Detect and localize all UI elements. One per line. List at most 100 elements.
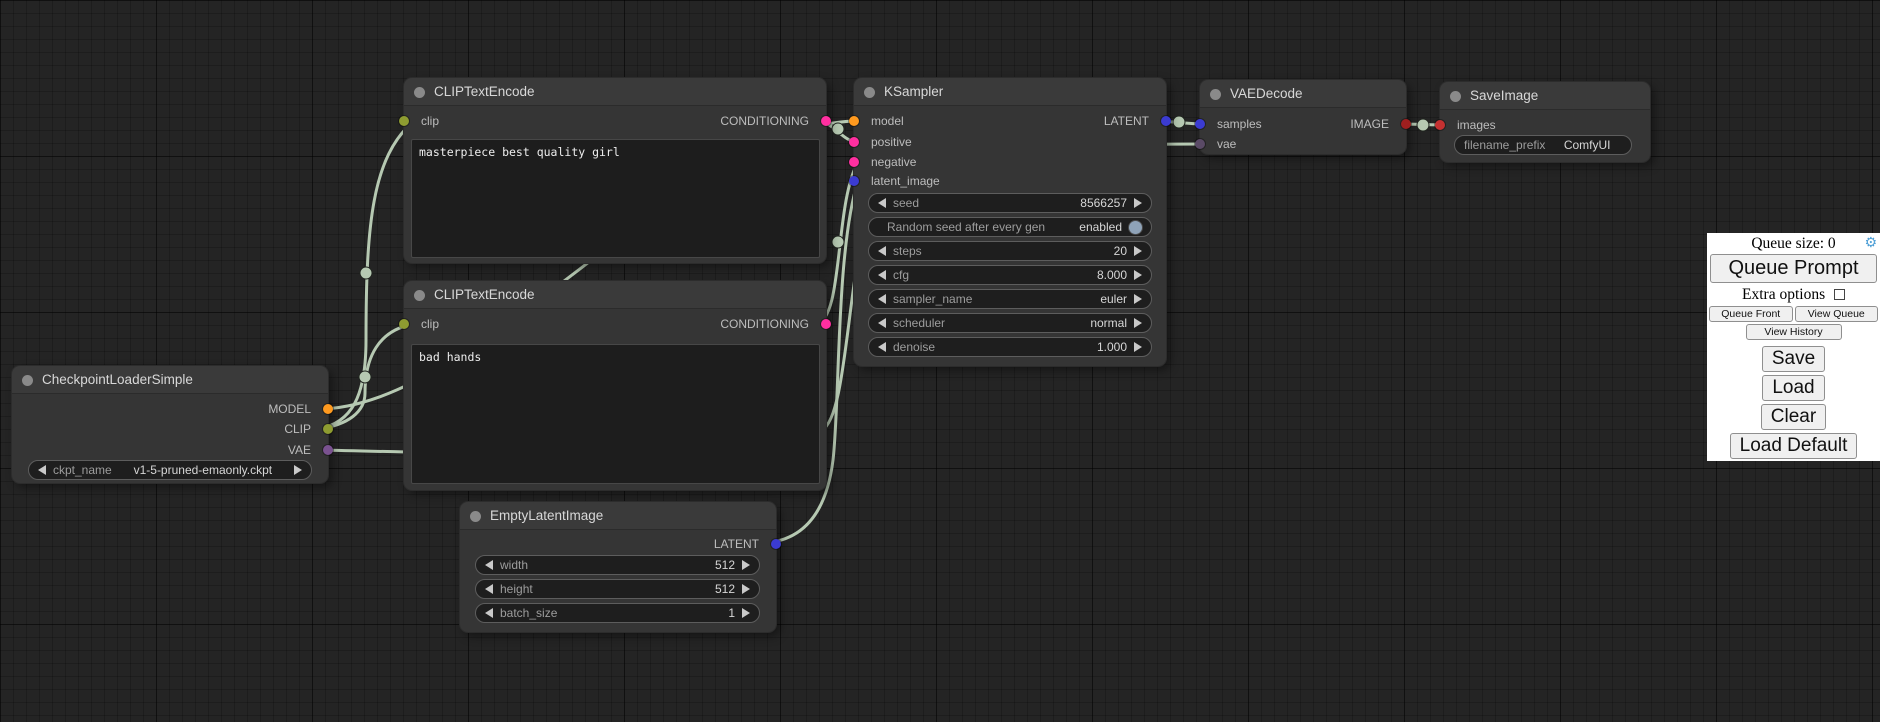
extra-options-checkbox[interactable] (1834, 289, 1845, 300)
load-button[interactable]: Load (1762, 375, 1824, 401)
output-slot-clip: CLIP (12, 419, 328, 439)
arrow-left-icon[interactable] (38, 465, 46, 475)
arrow-right-icon[interactable] (1134, 198, 1142, 208)
node-title-bar[interactable]: SaveImage (1440, 82, 1650, 110)
arrow-left-icon[interactable] (485, 608, 493, 618)
node-collapse-dot-icon[interactable] (864, 87, 875, 98)
enabled-toggle-icon[interactable] (1129, 221, 1142, 234)
seed-widget[interactable]: seed 8566257 (868, 193, 1152, 213)
output-slot-latent: LATENT (854, 111, 1166, 131)
node-title-bar[interactable]: CLIPTextEncode (404, 281, 826, 309)
node-title: SaveImage (1470, 88, 1538, 103)
height-widget[interactable]: height 512 (475, 579, 760, 599)
extra-options-row: Extra options (1707, 284, 1880, 306)
widget-label: denoise (893, 340, 935, 354)
view-queue-button[interactable]: View Queue (1795, 306, 1879, 322)
width-widget[interactable]: width 512 (475, 555, 760, 575)
sampler-name-widget[interactable]: sampler_name euler (868, 289, 1152, 309)
steps-widget[interactable]: steps 20 (868, 241, 1152, 261)
latent-output-dot[interactable] (771, 539, 781, 549)
negative-input-dot[interactable] (849, 157, 859, 167)
node-collapse-dot-icon[interactable] (414, 290, 425, 301)
node-collapse-dot-icon[interactable] (1450, 91, 1461, 102)
arrow-right-icon[interactable] (1134, 246, 1142, 256)
slot-label: MODEL (268, 402, 311, 416)
node-title-bar[interactable]: CLIPTextEncode (404, 78, 826, 106)
node-title-bar[interactable]: VAEDecode (1200, 80, 1406, 108)
output-slot-conditioning: CONDITIONING (404, 111, 826, 131)
queue-prompt-button[interactable]: Queue Prompt (1710, 254, 1877, 283)
random-seed-widget[interactable]: Random seed after every gen enabled (868, 217, 1152, 237)
widget-value: v1-5-pruned-emaonly.ckpt (134, 463, 273, 477)
ckpt-name-widget[interactable]: ckpt_name v1-5-pruned-emaonly.ckpt (28, 460, 312, 480)
node-collapse-dot-icon[interactable] (1210, 89, 1221, 100)
vae-output-dot[interactable] (323, 445, 333, 455)
arrow-left-icon[interactable] (878, 318, 886, 328)
widget-value: enabled (1079, 220, 1122, 234)
widget-value: normal (1090, 316, 1127, 330)
link-midpoint-dot (832, 236, 844, 248)
arrow-right-icon[interactable] (742, 584, 750, 594)
vae-input-dot[interactable] (1195, 139, 1205, 149)
node-checkpoint-loader[interactable]: CheckpointLoaderSimple MODEL CLIP VAE ck… (12, 366, 328, 483)
denoise-widget[interactable]: denoise 1.000 (868, 337, 1152, 357)
save-button[interactable]: Save (1762, 346, 1825, 372)
slot-label: LATENT (714, 537, 759, 551)
arrow-left-icon[interactable] (878, 270, 886, 280)
arrow-left-icon[interactable] (878, 198, 886, 208)
arrow-right-icon[interactable] (742, 560, 750, 570)
arrow-left-icon[interactable] (485, 560, 493, 570)
arrow-right-icon[interactable] (294, 465, 302, 475)
output-slot-latent: LATENT (460, 534, 776, 554)
node-collapse-dot-icon[interactable] (470, 511, 481, 522)
arrow-left-icon[interactable] (878, 246, 886, 256)
model-output-dot[interactable] (323, 404, 333, 414)
load-default-button[interactable]: Load Default (1730, 433, 1858, 459)
batch-size-widget[interactable]: batch_size 1 (475, 603, 760, 623)
arrow-right-icon[interactable] (1134, 342, 1142, 352)
cfg-widget[interactable]: cfg 8.000 (868, 265, 1152, 285)
latent-image-input-dot[interactable] (849, 176, 859, 186)
node-title-bar[interactable]: KSampler (854, 78, 1166, 106)
clip-output-dot[interactable] (323, 424, 333, 434)
prompt-text-area[interactable]: bad hands (411, 344, 820, 484)
arrow-left-icon[interactable] (485, 584, 493, 594)
arrow-left-icon[interactable] (878, 342, 886, 352)
arrow-right-icon[interactable] (742, 608, 750, 618)
slot-label: latent_image (871, 174, 940, 188)
widget-label: width (500, 558, 528, 572)
link-midpoint-dot (1417, 119, 1429, 131)
arrow-right-icon[interactable] (1134, 294, 1142, 304)
node-save-image[interactable]: SaveImage images filename_prefix ComfyUI (1440, 82, 1650, 162)
node-vae-decode[interactable]: VAEDecode samples IMAGE vae (1200, 80, 1406, 154)
widget-label: height (500, 582, 533, 596)
arrow-right-icon[interactable] (1134, 270, 1142, 280)
node-clip-text-encode-negative[interactable]: CLIPTextEncode clip CONDITIONING bad han… (404, 281, 826, 490)
clear-button[interactable]: Clear (1761, 404, 1826, 430)
node-title-bar[interactable]: EmptyLatentImage (460, 502, 776, 530)
queue-front-button[interactable]: Queue Front (1709, 306, 1793, 322)
node-clip-text-encode-positive[interactable]: CLIPTextEncode clip CONDITIONING masterp… (404, 78, 826, 263)
view-history-button[interactable]: View History (1746, 324, 1842, 340)
settings-gear-icon[interactable]: ⚙ (1864, 235, 1877, 251)
widget-label: batch_size (500, 606, 557, 620)
widget-label: ckpt_name (53, 463, 112, 477)
widget-label: filename_prefix (1464, 138, 1545, 152)
scheduler-widget[interactable]: scheduler normal (868, 313, 1152, 333)
node-ksampler[interactable]: KSampler model LATENT positive negative … (854, 78, 1166, 366)
arrow-right-icon[interactable] (1134, 318, 1142, 328)
positive-input-dot[interactable] (849, 137, 859, 147)
node-title-bar[interactable]: CheckpointLoaderSimple (12, 366, 328, 394)
node-empty-latent-image[interactable]: EmptyLatentImage LATENT width 512 height… (460, 502, 776, 632)
arrow-left-icon[interactable] (878, 294, 886, 304)
node-collapse-dot-icon[interactable] (414, 87, 425, 98)
image-output-dot[interactable] (1401, 119, 1411, 129)
conditioning-output-dot[interactable] (821, 116, 831, 126)
node-collapse-dot-icon[interactable] (22, 375, 33, 386)
conditioning-output-dot[interactable] (821, 319, 831, 329)
images-input-dot[interactable] (1435, 120, 1445, 130)
prompt-text-area[interactable]: masterpiece best quality girl (411, 139, 820, 258)
latent-output-dot[interactable] (1161, 116, 1171, 126)
filename-prefix-widget[interactable]: filename_prefix ComfyUI (1454, 135, 1632, 155)
node-graph-canvas[interactable]: CheckpointLoaderSimple MODEL CLIP VAE ck… (0, 0, 1880, 722)
